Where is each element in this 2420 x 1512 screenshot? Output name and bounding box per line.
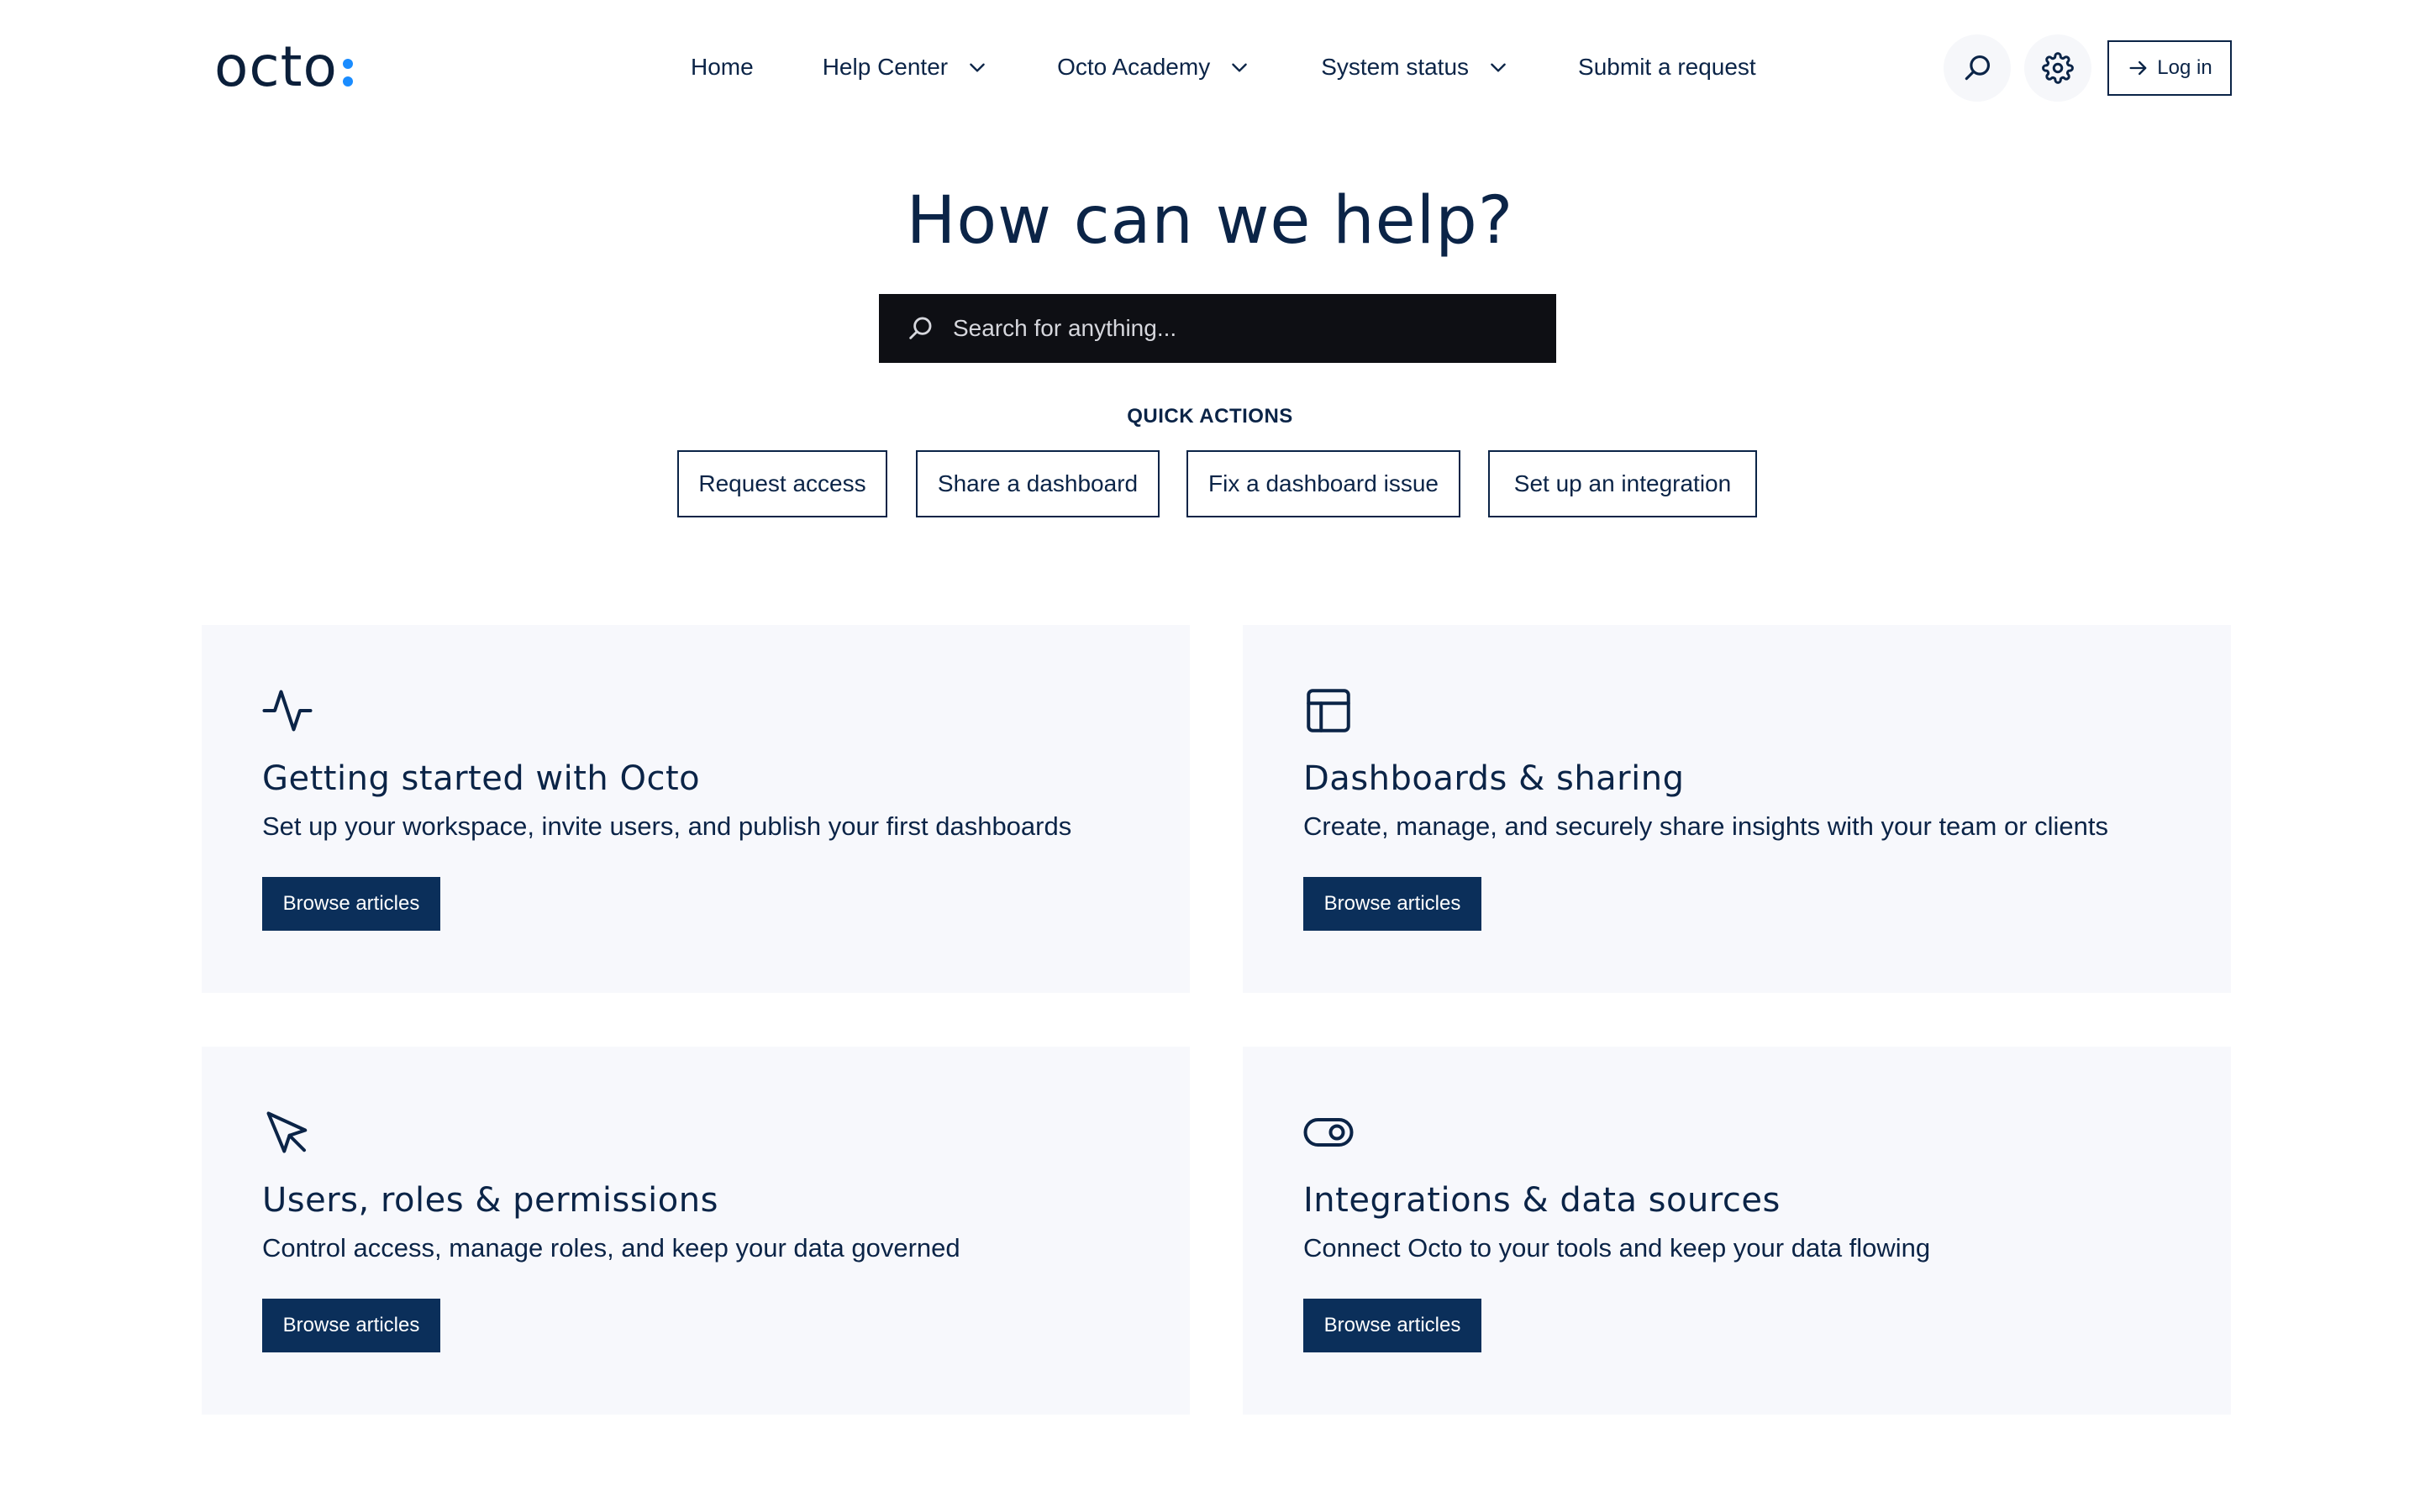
card-description: Set up your workspace, invite users, and…: [262, 811, 1072, 841]
search-input[interactable]: [953, 315, 1524, 342]
quick-action-fix-dashboard[interactable]: Fix a dashboard issue: [1186, 450, 1460, 517]
card-title: Dashboards & sharing: [1303, 759, 1685, 798]
card-description: Create, manage, and securely share insig…: [1303, 811, 2109, 841]
category-card-users-roles: Users, roles & permissions Control acces…: [202, 1047, 1190, 1415]
browse-articles-button[interactable]: Browse articles: [262, 877, 440, 931]
site-header: octo Home Help Center Octo Academy Syste…: [0, 0, 2420, 134]
browse-articles-button[interactable]: Browse articles: [262, 1299, 440, 1352]
search-icon: [909, 317, 932, 339]
card-title: Users, roles & permissions: [262, 1181, 718, 1220]
main-nav: Home Help Center Octo Academy System sta…: [691, 42, 1756, 92]
logo-text: octo: [214, 34, 338, 99]
nav-submit-request[interactable]: Submit a request: [1578, 54, 1756, 81]
nav-octo-academy[interactable]: Octo Academy: [1057, 54, 1250, 81]
logo-colon-mark: [342, 42, 353, 92]
search-icon: [1965, 55, 1991, 81]
quick-action-share-dashboard[interactable]: Share a dashboard: [916, 450, 1160, 517]
nav-system-status[interactable]: System status: [1321, 54, 1509, 81]
gear-icon: [2042, 52, 2074, 84]
browse-articles-button[interactable]: Browse articles: [1303, 877, 1481, 931]
arrow-right-icon: [2129, 60, 2147, 76]
card-description: Connect Octo to your tools and keep your…: [1303, 1233, 1931, 1263]
login-label: Log in: [2157, 56, 2212, 79]
nav-home-label: Home: [691, 54, 754, 80]
header-search-button[interactable]: [1944, 34, 2011, 102]
header-settings-button[interactable]: [2024, 34, 2091, 102]
nav-system-status-label: System status: [1321, 54, 1470, 80]
login-button[interactable]: Log in: [2107, 40, 2232, 96]
category-card-getting-started: Getting started with Octo Set up your wo…: [202, 625, 1190, 993]
chevron-down-icon: [1232, 63, 1247, 72]
chevron-down-icon: [1491, 63, 1506, 72]
layout-icon: [1307, 689, 1350, 732]
cursor-icon: [266, 1111, 308, 1153]
quick-action-request-access[interactable]: Request access: [677, 450, 887, 517]
nav-help-center-label: Help Center: [822, 54, 949, 80]
category-card-integrations: Integrations & data sources Connect Octo…: [1243, 1047, 2231, 1415]
category-card-dashboards: Dashboards & sharing Create, manage, and…: [1243, 625, 2231, 993]
card-title: Integrations & data sources: [1303, 1181, 1781, 1220]
quick-actions-label: QUICK ACTIONS: [1127, 405, 1293, 428]
page-title: How can we help?: [906, 183, 1514, 259]
browse-articles-button[interactable]: Browse articles: [1303, 1299, 1481, 1352]
chevron-down-icon: [970, 63, 985, 72]
toggle-icon: [1303, 1118, 1354, 1147]
quick-action-setup-integration[interactable]: Set up an integration: [1488, 450, 1757, 517]
hero-search-bar[interactable]: [879, 294, 1556, 363]
nav-octo-academy-label: Octo Academy: [1057, 54, 1211, 80]
octo-logo[interactable]: octo: [214, 25, 353, 109]
nav-help-center[interactable]: Help Center: [823, 54, 988, 81]
nav-home[interactable]: Home: [691, 54, 754, 81]
quick-actions: Request access Share a dashboard Fix a d…: [0, 450, 2420, 517]
card-description: Control access, manage roles, and keep y…: [262, 1233, 960, 1263]
nav-submit-request-label: Submit a request: [1578, 54, 1756, 80]
card-title: Getting started with Octo: [262, 759, 701, 798]
activity-icon: [262, 690, 313, 732]
